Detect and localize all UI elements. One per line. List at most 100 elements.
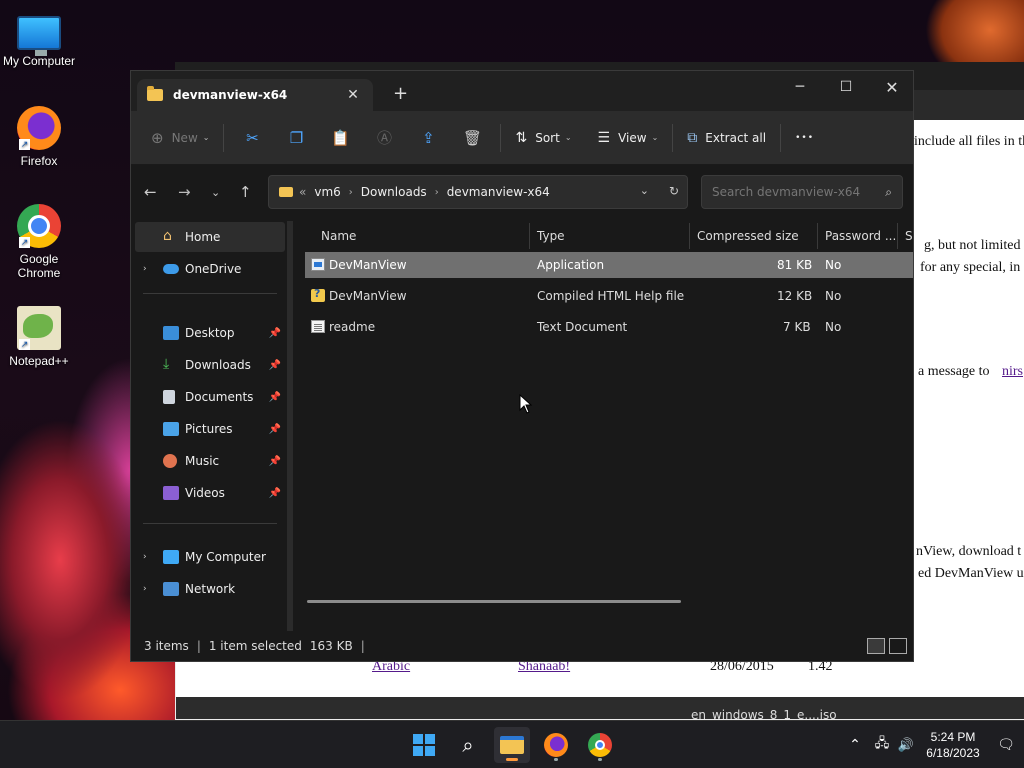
breadcrumb-downloads[interactable]: Downloads <box>361 185 427 199</box>
maximize-button[interactable]: ☐ <box>823 71 869 103</box>
column-header-type[interactable]: Type <box>537 221 565 251</box>
breadcrumb-separator-icon[interactable]: › <box>435 187 439 198</box>
desktop-icon-notepadpp[interactable]: ↗ Notepad++ <box>0 306 78 368</box>
bg-line: nView, download t <box>916 544 1022 559</box>
sidebar-item-desktop[interactable]: Desktop 📌 <box>131 318 287 348</box>
column-header-size[interactable]: Si <box>905 221 913 251</box>
back-arrow-icon[interactable]: ← <box>144 183 157 201</box>
paste-icon[interactable]: 📋 <box>324 122 356 154</box>
sidebar-item-music[interactable]: Music 📌 <box>131 446 287 476</box>
taskbar-chrome[interactable] <box>582 727 618 763</box>
horizontal-scrollbar[interactable] <box>307 600 681 603</box>
taskbar-file-explorer[interactable] <box>494 727 530 763</box>
notepadpp-icon: ↗ <box>17 306 61 350</box>
copy-icon[interactable]: ❐ <box>280 122 312 154</box>
column-header-name[interactable]: Name <box>321 221 356 251</box>
expand-chevron-icon[interactable]: › <box>143 552 147 562</box>
chrome-icon <box>588 733 612 757</box>
file-row-readme[interactable]: readme Text Document 7 KB No <box>305 314 913 340</box>
sort-button[interactable]: ⇅ Sort ⌄ <box>507 122 579 154</box>
cut-icon[interactable]: ✂ <box>236 122 268 154</box>
breadcrumb-vm6[interactable]: vm6 <box>314 185 340 199</box>
file-row-devmanview-exe[interactable]: DevManView Application 81 KB No <box>305 252 913 278</box>
delete-icon[interactable]: 🗑 <box>456 122 488 154</box>
view-button[interactable]: ☰ View ⌄ <box>590 122 667 154</box>
expand-chevron-icon[interactable]: › <box>143 264 147 274</box>
close-tab-icon[interactable]: ✕ <box>343 87 363 103</box>
sidebar-label: Documents <box>185 390 254 404</box>
sidebar-item-my-computer[interactable]: › My Computer <box>131 542 287 572</box>
up-arrow-icon[interactable]: ↑ <box>239 183 252 201</box>
address-bar[interactable]: « vm6 › Downloads › devmanview-x64 ⌄ ↻ <box>268 175 688 209</box>
shortcut-arrow-icon: ↗ <box>19 339 30 350</box>
network-icon[interactable]: 🖧 <box>870 734 894 756</box>
download-icon: ⤓ <box>163 356 170 372</box>
details-view-icon[interactable] <box>867 638 885 654</box>
desktop-icon-my-computer[interactable]: My Computer <box>0 10 78 68</box>
taskbar-firefox[interactable] <box>538 727 574 763</box>
close-window-button[interactable]: ✕ <box>869 71 915 103</box>
file-password: No <box>825 258 842 272</box>
chrome-icon: ↗ <box>17 204 61 248</box>
pin-icon[interactable]: 📌 <box>269 392 281 403</box>
refresh-icon[interactable]: ↻ <box>669 184 679 198</box>
desktop-icon-label: My Computer <box>2 54 76 68</box>
plus-circle-icon: ⊕ <box>151 128 164 147</box>
file-name: DevManView <box>329 289 407 303</box>
share-icon[interactable]: ⇪ <box>412 122 444 154</box>
pin-icon[interactable]: 📌 <box>269 424 281 435</box>
start-button[interactable] <box>406 727 442 763</box>
forward-arrow-icon[interactable]: → <box>178 183 191 201</box>
sidebar-label: OneDrive <box>185 262 242 276</box>
extract-icon: ⧉ <box>687 129 698 146</box>
sidebar-item-documents[interactable]: Documents 📌 <box>131 382 287 412</box>
desktop-icon-label: Firefox <box>20 154 58 168</box>
desktop-icon-firefox[interactable]: ↗ Firefox <box>0 106 78 168</box>
extract-all-button[interactable]: ⧉ Extract all <box>679 122 774 154</box>
search-input[interactable] <box>712 185 872 199</box>
file-row-devmanview-chm[interactable]: DevManView Compiled HTML Help file 12 KB… <box>305 283 913 309</box>
column-header-password[interactable]: Password ... <box>825 221 896 251</box>
search-icon[interactable]: ⌕ <box>885 185 892 200</box>
expand-chevron-icon[interactable]: › <box>143 584 147 594</box>
system-tray: ⌃ 🖧 🔊 5:24 PM 6/18/2023 🗨 <box>840 721 1024 768</box>
more-options-button[interactable]: ••• <box>787 122 822 154</box>
sidebar-item-home[interactable]: ⌂ Home <box>135 222 285 252</box>
sidebar-item-videos[interactable]: Videos 📌 <box>131 478 287 508</box>
file-type: Compiled HTML Help file <box>537 289 685 303</box>
file-compressed-size: 7 KB <box>783 320 811 334</box>
search-box[interactable]: ⌕ <box>701 175 903 209</box>
sidebar-item-downloads[interactable]: ⤓ Downloads 📌 <box>131 350 287 380</box>
pin-icon[interactable]: 📌 <box>269 360 281 371</box>
file-type: Application <box>537 258 605 272</box>
file-compressed-size: 81 KB <box>777 258 813 272</box>
sidebar-item-network[interactable]: › Network <box>131 574 287 604</box>
search-taskbar-button[interactable]: ⌕ <box>450 727 486 763</box>
recent-locations-chevron-icon[interactable]: ⌄ <box>211 186 220 199</box>
new-tab-button[interactable]: + <box>393 83 408 104</box>
tab-devmanview-x64[interactable]: devmanview-x64 ✕ <box>137 79 373 111</box>
sidebar-item-onedrive[interactable]: › OneDrive <box>131 254 287 284</box>
zip-folder-icon <box>147 86 163 101</box>
minimize-button[interactable]: ─ <box>777 71 823 103</box>
notifications-icon[interactable]: 🗨 <box>988 737 1024 753</box>
rename-icon[interactable]: Ⓐ <box>368 122 400 154</box>
volume-icon[interactable]: 🔊 <box>894 738 918 753</box>
address-row: ← → ⌄ ↑ « vm6 › Downloads › devmanview-x… <box>131 165 913 221</box>
breadcrumb-separator-icon[interactable]: › <box>349 187 353 198</box>
show-hidden-icons-chevron-icon[interactable]: ⌃ <box>840 737 870 753</box>
desktop-icon-chrome[interactable]: ↗ Google Chrome <box>0 204 78 280</box>
sidebar-item-pictures[interactable]: Pictures 📌 <box>131 414 287 444</box>
pin-icon[interactable]: 📌 <box>269 488 281 499</box>
column-header-compressed-size[interactable]: Compressed size <box>697 221 799 251</box>
large-icons-view-icon[interactable] <box>889 638 907 654</box>
pin-icon[interactable]: 📌 <box>269 328 281 339</box>
new-button[interactable]: ⊕ New ⌄ <box>143 122 217 154</box>
clock[interactable]: 5:24 PM 6/18/2023 <box>918 729 988 761</box>
text-document-icon <box>311 320 325 333</box>
pin-icon[interactable]: 📌 <box>269 456 281 467</box>
breadcrumb-overflow[interactable]: « <box>299 185 306 199</box>
address-history-chevron-icon[interactable]: ⌄ <box>640 184 649 197</box>
bg-link[interactable]: nirs <box>1002 364 1023 380</box>
breadcrumb-devmanview-x64[interactable]: devmanview-x64 <box>447 185 550 199</box>
